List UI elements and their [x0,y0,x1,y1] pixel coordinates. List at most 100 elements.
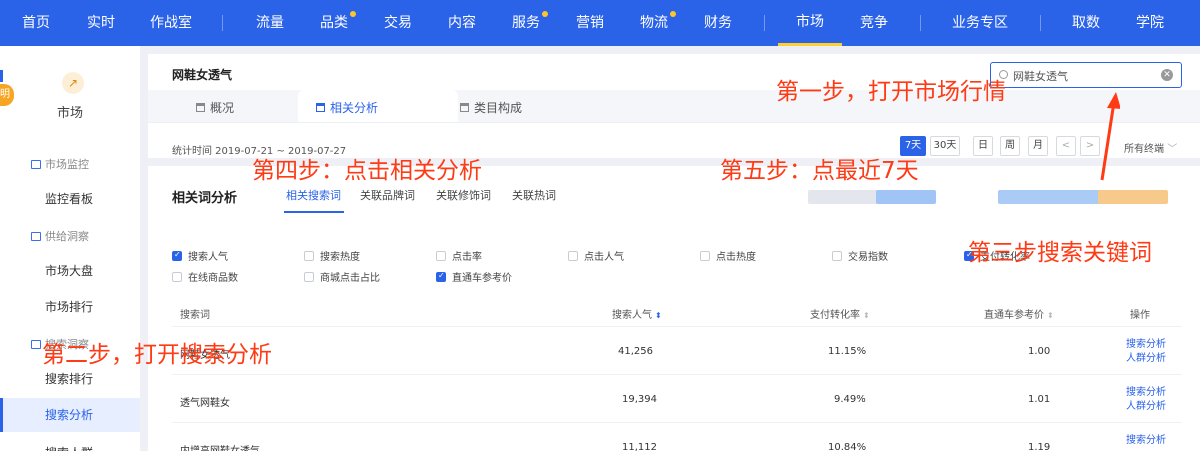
checkbox-click-rate[interactable]: 点击率 [436,248,482,263]
active-subtab-indicator [284,211,344,213]
checkbox-click-heat[interactable]: 点击热度 [700,248,756,263]
tab-related-analysis[interactable]: 相关分析 [316,94,378,122]
column-header-cpc[interactable]: 直通车参考价 ⬍ [984,306,1054,321]
search-analysis-link[interactable]: 搜索分析 [1126,338,1166,352]
nav-business-zone[interactable]: 业务专区 [952,0,1008,46]
nav-fetch-data[interactable]: 取数 [1072,0,1100,46]
sidebar-group-market-monitor: 市场监控 [31,156,89,172]
search-analysis-link[interactable]: 搜索分析 [1126,434,1166,448]
checkbox-cpc-reference[interactable]: 直通车参考价 [436,269,512,284]
search-analysis-link[interactable]: 搜索分析 [1126,386,1166,400]
nav-divider [1040,15,1041,31]
nav-divider [764,15,765,31]
checkbox-label: 点击率 [452,252,482,263]
panel-title: 相关词分析 [172,191,238,206]
sidebar-marker [0,70,3,82]
nav-war-room[interactable]: 作战室 [150,0,192,46]
sort-icon[interactable]: ⬍ [1047,311,1054,320]
tab-icon [196,103,205,112]
date-day-button[interactable]: 日 [973,136,993,156]
table-cell-term: 透气网鞋女 [180,398,230,409]
nav-competition[interactable]: 竞争 [860,0,888,46]
column-header-label: 支付转化率 [810,310,860,321]
checkbox-label: 在线商品数 [188,273,238,284]
annotation-step2: 第二步，打开搜索分析 [42,342,272,368]
checkbox-trade-index[interactable]: 交易指数 [832,248,888,263]
sidebar-item-monitor-board[interactable]: 监控看板 [0,182,140,216]
folder-icon [31,160,41,169]
sidebar-item-market-ranking[interactable]: 市场排行 [0,290,140,324]
date-week-button[interactable]: 周 [1000,136,1020,156]
annotation-step1: 第一步，打开市场行情 [776,79,1006,105]
tab-category-composition[interactable]: 类目构成 [460,94,522,122]
subtab-modifier-words[interactable]: 关联修饰词 [436,187,491,203]
nav-traffic[interactable]: 流量 [256,0,284,46]
column-header-actions: 操作 [1130,310,1150,321]
checkbox-box [172,250,182,261]
nav-category[interactable]: 品类 [320,0,356,46]
nav-academy[interactable]: 学院 [1136,0,1164,46]
table-cell-cpc: 1.00 [1028,346,1051,357]
market-chart-icon: ↗ [62,72,84,94]
nav-content[interactable]: 内容 [448,0,476,46]
checkbox-label: 点击热度 [716,252,756,263]
crowd-analysis-link[interactable]: 人群分析 [1126,400,1166,414]
tab-icon [460,103,469,112]
tab-overview[interactable]: 概况 [196,94,234,122]
checkbox-search-popularity[interactable]: 搜索人气 [172,248,228,263]
checkbox-mall-click-share[interactable]: 商城点击占比 [304,269,380,284]
checkbox-click-popularity[interactable]: 点击人气 [568,248,624,263]
nav-market[interactable]: 市场 [778,0,842,46]
checkbox-search-heat[interactable]: 搜索热度 [304,248,360,263]
tab-label: 相关分析 [330,101,379,115]
nav-home[interactable]: 首页 [22,0,50,46]
column-header-popularity[interactable]: 搜索人气 ⬍ [612,306,662,321]
subtab-hot-words[interactable]: 关联热词 [512,187,556,203]
terminal-select[interactable]: 所有终端 ﹀ [1124,140,1177,155]
new-dot-icon [542,11,548,17]
nav-logistics-label: 物流 [640,15,668,31]
row-actions: 搜索分析 人群分析 [1126,386,1166,414]
checkbox-label: 直通车参考价 [452,273,512,284]
column-header-conversion[interactable]: 支付转化率 ⬍ [810,306,870,321]
sidebar-item-search-analysis[interactable]: 搜索分析 [0,398,140,432]
subtab-related-search-words[interactable]: 相关搜索词 [286,187,341,203]
date-30d-button[interactable]: 30天 [930,136,960,156]
checkbox-label: 点击人气 [584,252,624,263]
checkbox-online-items[interactable]: 在线商品数 [172,269,238,284]
clear-icon[interactable]: ✕ [1161,69,1173,81]
sidebar-title: 市场 [56,106,83,121]
table-divider [172,374,1182,375]
nav-trade[interactable]: 交易 [384,0,412,46]
sidebar: 明 ↗ 市场 市场监控 监控看板 供给洞察 市场大盘 市场排行 搜索洞察 搜索排… [0,46,140,451]
sort-desc-icon[interactable]: ⬍ [655,311,662,320]
nav-realtime[interactable]: 实时 [87,0,115,46]
sidebar-item-market-overview[interactable]: 市场大盘 [0,254,140,288]
table-cell-popularity: 41,256 [618,346,653,357]
new-dot-icon [350,11,356,17]
keyword-title: 网鞋女透气 [172,68,233,82]
folder-icon [31,340,41,349]
nav-service[interactable]: 服务 [512,0,548,46]
crowd-analysis-link[interactable]: 人群分析 [1126,352,1166,366]
subtab-brand-words[interactable]: 关联品牌词 [360,187,415,203]
terminal-select-value: 所有终端 [1124,144,1164,155]
tab-label: 概况 [210,101,235,115]
nav-marketing[interactable]: 营销 [576,0,604,46]
blurred-region [876,190,936,204]
checkbox-box [172,272,182,282]
row-actions: 搜索分析 人群分析 [1126,338,1166,366]
table-cell-popularity: 19,394 [622,394,657,405]
nav-finance[interactable]: 财务 [704,0,732,46]
table-cell-conversion: 10.84% [828,442,867,451]
checkbox-box [832,251,842,261]
folder-icon [31,232,41,241]
table-cell-conversion: 11.15% [828,346,867,357]
table-cell-cpc: 1.19 [1028,442,1051,451]
tab-icon [316,103,325,112]
keyword-search-input[interactable]: 网鞋女透气 ✕ [990,62,1182,88]
sort-icon[interactable]: ⬍ [863,311,870,320]
nav-logistics[interactable]: 物流 [640,0,676,46]
sidebar-item-search-crowd[interactable]: 搜索人群 [0,436,140,451]
nav-divider [920,15,921,31]
